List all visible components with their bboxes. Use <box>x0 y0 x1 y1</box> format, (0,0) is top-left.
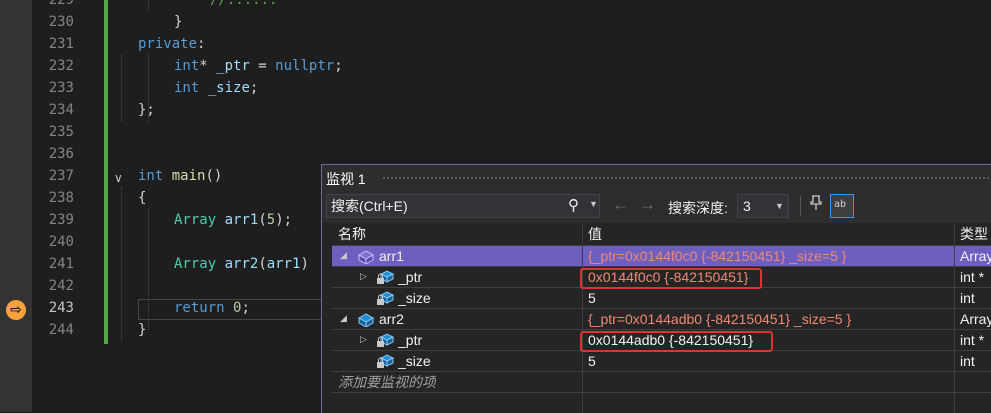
line-number: 233 <box>48 80 74 96</box>
watch-row-type: int * <box>960 332 985 348</box>
watch-toolbar: ⚲ ▼ ← → 搜索深度: 3 ▼ ab <box>322 190 991 223</box>
change-tracking-bar <box>104 0 108 344</box>
watch-row-value[interactable]: {_ptr=0x0144adb0 {-842150451} _size=5 } <box>588 309 851 329</box>
watch-row-type: int <box>960 290 975 306</box>
line-number: 238 <box>48 190 74 206</box>
line-number: 239 <box>48 212 74 228</box>
expand-triangle-icon[interactable]: ▷ <box>360 330 367 350</box>
line-number: 242 <box>48 278 74 294</box>
column-header-name[interactable]: 名称 <box>332 224 582 245</box>
code-line-241: Array arr2(arr1) <box>174 256 309 272</box>
column-separator[interactable] <box>582 224 583 413</box>
object-cube-icon <box>357 250 375 264</box>
line-numbers: 229 230 231 232 233 234 235 236 237 238 … <box>32 0 104 412</box>
breakpoint-gutter[interactable] <box>0 0 32 412</box>
line-number: 236 <box>48 146 74 162</box>
line-number: 237 <box>48 168 74 184</box>
object-cube-icon <box>357 313 375 327</box>
line-number: 234 <box>48 102 74 118</box>
indent-guide <box>148 0 149 11</box>
watch-row-value[interactable]: 5 <box>588 288 596 308</box>
watch-grid[interactable]: 名称 值 类型 ◢ arr1 {_ptr=0x0144f0c0 {-842150… <box>332 224 991 413</box>
line-number: 229 <box>48 0 74 8</box>
search-depth-value: 3 <box>743 198 751 214</box>
highlight-box <box>580 268 762 289</box>
hex-glyph: ab <box>834 199 847 210</box>
code-line-238: { <box>138 190 147 206</box>
watch-row-name: _ptr <box>398 269 423 285</box>
collapse-triangle-icon[interactable]: ◢ <box>340 246 347 266</box>
private-field-icon <box>377 270 394 284</box>
add-watch-row[interactable]: 添加要监视的项 <box>332 372 991 393</box>
watch-row-type: int <box>960 353 975 369</box>
column-separator[interactable] <box>954 224 955 413</box>
watch-row-name: arr1 <box>379 248 404 264</box>
code-line-239: Array arr1(5); <box>174 212 293 228</box>
search-box[interactable]: ⚲ ▼ <box>326 194 600 218</box>
watch-row-arr2[interactable]: ◢ arr2 {_ptr=0x0144adb0 {-842150451} _si… <box>332 309 991 330</box>
watch-row-name: _ptr <box>398 332 423 348</box>
column-header-type[interactable]: 类型 <box>954 224 991 245</box>
line-number: 244 <box>48 322 74 338</box>
hexadecimal-display-button[interactable]: ab <box>830 194 854 218</box>
search-dropdown-chevron-icon[interactable]: ▼ <box>589 199 598 209</box>
private-field-icon <box>377 333 394 347</box>
line-number: 241 <box>48 256 74 272</box>
indent-guide <box>121 187 122 341</box>
watch-row-arr1[interactable]: ◢ arr1 {_ptr=0x0144f0c0 {-842150451} _si… <box>332 246 991 267</box>
search-icon[interactable]: ⚲ <box>568 196 579 214</box>
toolbar-separator <box>800 196 801 216</box>
search-forward-button[interactable]: → <box>639 195 656 215</box>
line-number: 231 <box>48 36 74 52</box>
code-line-229: //...... <box>210 0 278 8</box>
column-header-value[interactable]: 值 <box>582 224 954 245</box>
watch-row-name: _size <box>398 353 431 369</box>
search-depth-select[interactable]: 3 ▼ <box>737 194 789 218</box>
watch-window[interactable]: 监视 1 ⚲ ▼ ← → 搜索深度: 3 ▼ ab 名称 值 类型 ◢ <box>321 164 991 413</box>
code-line-232: int* _ptr = nullptr; <box>174 58 343 74</box>
line-number: 230 <box>48 14 74 30</box>
expand-triangle-icon[interactable]: ▷ <box>360 267 367 287</box>
current-line-highlight <box>138 299 328 320</box>
watch-title: 监视 1 <box>326 171 366 187</box>
watch-row-type: Array <box>960 248 991 264</box>
code-line-234: }; <box>138 102 155 118</box>
search-depth-label: 搜索深度: <box>668 200 728 216</box>
line-number: 240 <box>48 234 74 250</box>
add-watch-placeholder[interactable]: 添加要监视的项 <box>338 372 436 392</box>
watch-row-type: int * <box>960 269 985 285</box>
line-number: 235 <box>48 124 74 140</box>
watch-row-type: Array <box>960 311 991 327</box>
private-field-icon <box>377 354 394 368</box>
drag-grip[interactable] <box>382 176 991 180</box>
code-line-244: } <box>138 322 147 338</box>
collapse-triangle-icon[interactable]: ◢ <box>340 309 347 329</box>
watch-row-value[interactable]: 5 <box>588 351 596 371</box>
highlight-box <box>580 331 773 352</box>
pin-icon[interactable] <box>809 195 823 214</box>
watch-row-arr2-size[interactable]: _size 5 int <box>332 351 991 372</box>
watch-row-arr1-size[interactable]: _size 5 int <box>332 288 991 309</box>
indent-guide <box>121 55 122 121</box>
line-number: 232 <box>48 58 74 74</box>
code-line-230: } <box>174 14 183 30</box>
watch-row-name: _size <box>398 290 431 306</box>
chevron-down-icon: ▼ <box>775 201 784 211</box>
code-line-237: int main() <box>138 168 223 184</box>
watch-row-value[interactable]: {_ptr=0x0144f0c0 {-842150451} _size=5 } <box>588 246 846 266</box>
watch-title-bar[interactable]: 监视 1 <box>322 165 991 190</box>
search-back-button[interactable]: ← <box>612 195 629 215</box>
private-field-icon <box>377 291 394 305</box>
current-statement-arrow-icon: ⇨ <box>6 300 26 320</box>
watch-row-name: arr2 <box>379 311 404 327</box>
search-input[interactable] <box>331 197 551 215</box>
grid-header: 名称 值 类型 <box>332 224 991 246</box>
code-line-231: private: <box>138 36 206 52</box>
line-number-current: 243 <box>48 300 74 316</box>
code-line-233: int _size; <box>174 80 259 96</box>
